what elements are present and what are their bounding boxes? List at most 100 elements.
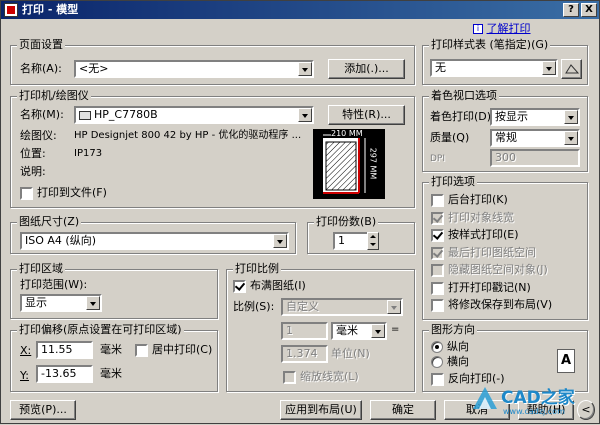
dpi-input[interactable]: 300 xyxy=(490,149,580,167)
landscape-label: 横向 xyxy=(447,355,469,368)
printer-name-select[interactable]: HP_C7780B xyxy=(74,106,314,124)
plot-option-checkbox[interactable] xyxy=(431,281,444,295)
offset-y-label: Y: xyxy=(20,369,29,382)
help-link-row[interactable]: i 了解打印 xyxy=(473,22,531,36)
add-button[interactable]: 添加(.)... xyxy=(328,59,405,79)
chevron-down-icon[interactable] xyxy=(564,110,578,124)
plot-option-label: 将修改保存到布局(V) xyxy=(448,298,553,311)
shade-plot-label: 着色打印(D) xyxy=(430,110,492,123)
scale-unit-select[interactable]: 毫米 xyxy=(331,322,387,340)
scale-lineweights-label: 缩放线宽(L) xyxy=(300,370,359,383)
copies-spinner[interactable] xyxy=(367,232,379,250)
fit-to-paper-label: 布满图纸(I) xyxy=(250,279,306,292)
paper-size-select[interactable]: ISO A4 (纵向) xyxy=(20,232,289,250)
plot-option-checkbox[interactable] xyxy=(431,229,444,242)
plot-style-title: 打印样式表 (笔指定)(G) xyxy=(429,38,551,51)
printer-name-label: 名称(M): xyxy=(20,108,64,121)
chevron-down-icon[interactable] xyxy=(387,300,401,314)
plot-option-label: 最后打印图纸空间 xyxy=(448,245,536,259)
upside-down-checkbox[interactable] xyxy=(431,373,444,386)
fit-to-paper-checkbox[interactable] xyxy=(233,280,246,293)
chevron-down-icon[interactable] xyxy=(298,108,312,122)
chevron-down-icon[interactable] xyxy=(564,131,578,145)
plot-range-label: 打印范围(W): xyxy=(20,278,88,291)
chevron-down-icon[interactable] xyxy=(542,61,556,75)
print-dialog: 打印 - 模型 ? X i 了解打印 页面设置 名称(A): <无> 添加(.)… xyxy=(0,0,600,424)
landscape-radio[interactable] xyxy=(431,356,443,368)
plot-option-checkbox[interactable] xyxy=(431,299,444,312)
scale-value1-input[interactable]: 1 xyxy=(281,322,328,340)
page-setup-name-select[interactable]: <无> xyxy=(74,60,314,78)
orientation-paper-icon: A xyxy=(557,349,575,373)
paper-preview: 210 MM 297 MM xyxy=(313,129,385,199)
scale-lineweights-checkbox[interactable] xyxy=(283,371,296,384)
pencil-icon xyxy=(564,64,579,74)
orientation-title: 图形方向 xyxy=(429,323,477,336)
plot-range-value: 显示 xyxy=(25,296,47,309)
portrait-label: 纵向 xyxy=(447,340,469,353)
plot-option-label: 打开打印戳记(N) xyxy=(448,280,531,294)
watermark: CAD之家 www.cadzj.com xyxy=(471,381,591,425)
plot-option-checkbox[interactable] xyxy=(431,194,444,207)
print-to-file-label: 打印到文件(F) xyxy=(37,186,107,199)
print-to-file-checkbox[interactable] xyxy=(20,187,33,200)
scale-unit-label: 单位(N) xyxy=(331,347,370,360)
plot-option-label: 后台打印(K) xyxy=(448,193,508,206)
ok-button[interactable]: 确定 xyxy=(370,400,436,420)
center-plot-label: 居中打印(C) xyxy=(152,343,213,356)
plot-offset-title: 打印偏移(原点设置在可打印区域) xyxy=(17,323,184,336)
plotter-label: 绘图仪: xyxy=(20,129,57,142)
center-plot-checkbox[interactable] xyxy=(135,344,148,357)
window-title: 打印 - 模型 xyxy=(22,3,79,16)
quality-select[interactable]: 常规 xyxy=(490,129,580,147)
offset-x-unit: 毫米 xyxy=(100,343,122,356)
title-bar[interactable]: 打印 - 模型 ? X xyxy=(1,1,599,19)
orientation-letter: A xyxy=(560,353,572,368)
watermark-logo xyxy=(473,387,497,409)
printer-icon xyxy=(79,110,91,120)
paper-size-title: 图纸尺寸(Z) xyxy=(17,215,82,228)
plot-option-checkbox[interactable] xyxy=(431,264,444,277)
scale-value: 自定义 xyxy=(286,300,319,313)
page-setup-title: 页面设置 xyxy=(17,38,65,51)
paper-size-value: ISO A4 (纵向) xyxy=(25,234,96,247)
chevron-down-icon[interactable] xyxy=(86,296,100,310)
shade-plot-value: 按显示 xyxy=(495,110,528,123)
help-title-button[interactable]: ? xyxy=(563,3,579,17)
page-setup-name-value: <无> xyxy=(79,62,109,75)
scale-select[interactable]: 自定义 xyxy=(281,298,403,316)
offset-x-input[interactable]: 11.55 xyxy=(36,341,93,359)
plot-range-select[interactable]: 显示 xyxy=(20,294,102,312)
plot-option-label: 按样式打印(E) xyxy=(448,228,519,241)
chevron-down-icon[interactable] xyxy=(273,234,287,248)
page-setup-name-label: 名称(A): xyxy=(20,62,62,75)
plot-scale-title: 打印比例 xyxy=(233,262,281,275)
portrait-radio[interactable] xyxy=(431,341,443,353)
apply-to-layout-button[interactable]: 应用到布局(U) xyxy=(280,400,362,420)
description-label: 说明: xyxy=(20,165,46,178)
quality-value: 常规 xyxy=(495,131,517,144)
plot-option-label: 隐藏图纸空间对象(J) xyxy=(448,263,548,276)
properties-button[interactable]: 特性(R)... xyxy=(328,105,405,125)
learn-print-link[interactable]: 了解打印 xyxy=(487,22,531,35)
shade-plot-select[interactable]: 按显示 xyxy=(490,108,580,126)
chevron-down-icon[interactable] xyxy=(298,62,312,76)
plot-option-checkbox[interactable] xyxy=(431,246,444,260)
info-icon: i xyxy=(473,24,483,34)
plot-option-checkbox[interactable] xyxy=(431,211,444,225)
scale-label: 比例(S): xyxy=(233,300,275,313)
location-value: IP173 xyxy=(74,148,103,159)
preview-height-label: 297 MM xyxy=(368,147,378,180)
plotter-value: HP Designjet 800 42 by HP - 优化的驱动程序 ... xyxy=(74,130,302,141)
scale-value2-input[interactable]: 1.374 xyxy=(281,345,328,363)
edit-plot-style-button[interactable] xyxy=(561,59,582,79)
close-button[interactable]: X xyxy=(581,3,597,17)
offset-y-input[interactable]: -13.65 xyxy=(36,365,93,383)
copies-input[interactable]: 1 xyxy=(333,232,369,250)
chevron-down-icon[interactable] xyxy=(371,324,385,338)
dpi-label: DPI xyxy=(430,154,446,164)
plot-style-select[interactable]: 无 xyxy=(430,59,558,77)
quality-label: 质量(Q) xyxy=(430,131,470,144)
plot-options-title: 打印选项 xyxy=(429,175,477,188)
preview-button[interactable]: 预览(P)... xyxy=(10,400,76,420)
